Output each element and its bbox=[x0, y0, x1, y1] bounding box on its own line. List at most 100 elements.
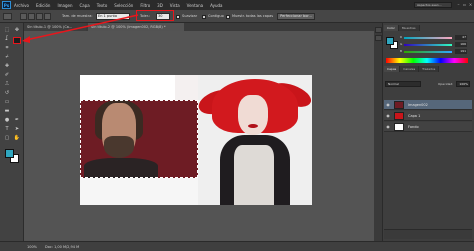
blue-track[interactable] bbox=[404, 51, 452, 53]
menu-archivo[interactable]: Archivo bbox=[14, 3, 29, 8]
selection-marquee bbox=[80, 100, 198, 178]
layer-name: Fondo bbox=[408, 125, 419, 129]
tab-color[interactable]: Color bbox=[384, 25, 399, 31]
tab-paths[interactable]: Trazados bbox=[419, 66, 440, 72]
canvas-area[interactable] bbox=[24, 31, 374, 240]
tools-panel: ⬚ ✥ ʆ ⌗ ⌿ ✚ ✐ ⎍ ↺ ▭ ▬ ● ✒ T ➤ ▢ ✋ bbox=[0, 23, 24, 241]
sample-size-select[interactable]: En 1 punto bbox=[96, 13, 130, 20]
photoshop-logo: Ps bbox=[2, 1, 11, 9]
zoom-level[interactable]: 100% bbox=[27, 245, 37, 249]
tab-document-1[interactable]: Sin título-1 @ 100% (Ca... bbox=[24, 23, 86, 31]
layer-name: Imagen002 bbox=[408, 103, 428, 107]
antialias-checkbox[interactable] bbox=[176, 15, 180, 19]
status-bar: 100% Doc: 1,00 M/2,94 M bbox=[0, 241, 474, 251]
visibility-eye-icon[interactable]: ◉ bbox=[385, 124, 391, 130]
menu-imagen[interactable]: Imagen bbox=[57, 3, 72, 8]
healing-brush-tool-icon[interactable]: ✚ bbox=[3, 63, 11, 70]
canvas-lower-background bbox=[80, 178, 198, 205]
brush-tool-icon[interactable]: ✐ bbox=[3, 72, 11, 79]
red-value[interactable]: 47 bbox=[455, 35, 467, 40]
woman-face bbox=[238, 95, 268, 135]
menu-3d[interactable]: 3D bbox=[157, 3, 163, 8]
blend-mode-select[interactable]: Normal bbox=[385, 81, 421, 87]
crop-tool-icon[interactable]: ⌗ bbox=[3, 45, 11, 52]
document-size: Doc: 1,00 M/2,94 M bbox=[45, 244, 80, 249]
menu-seleccion[interactable]: Selección bbox=[114, 3, 133, 8]
menu-ventana[interactable]: Ventana bbox=[187, 3, 203, 8]
layer-controls: Normal Opacidad: 100% bbox=[384, 80, 472, 98]
red-track[interactable] bbox=[404, 37, 452, 39]
layer-name: Capa 1 bbox=[408, 114, 421, 118]
subtract-selection-icon[interactable] bbox=[36, 13, 43, 20]
tab-channels[interactable]: Canales bbox=[400, 66, 420, 72]
document-tab-bar: Sin título-1 @ 100% (Ca... Sin título-2 … bbox=[24, 23, 374, 31]
history-brush-tool-icon[interactable]: ↺ bbox=[3, 90, 11, 97]
document-canvas[interactable] bbox=[80, 75, 312, 205]
eraser-tool-icon[interactable]: ▭ bbox=[3, 99, 11, 106]
tab-swatches[interactable]: Muestras bbox=[398, 25, 420, 31]
hand-tool-icon[interactable]: ✋ bbox=[13, 135, 21, 142]
workspace-select[interactable]: Aspectos esen... bbox=[414, 2, 452, 8]
panel-foreground-swatch[interactable] bbox=[386, 37, 394, 45]
menu-texto[interactable]: Texto bbox=[97, 3, 108, 8]
magic-wand-tool-icon[interactable] bbox=[13, 37, 21, 44]
layers-footer-toolbar bbox=[384, 229, 472, 239]
menu-filtro[interactable]: Filtro bbox=[140, 3, 150, 8]
visibility-eye-icon[interactable]: ◉ bbox=[385, 113, 391, 119]
properties-panel-icon[interactable] bbox=[375, 35, 382, 41]
new-selection-icon[interactable] bbox=[20, 13, 27, 20]
gradient-tool-icon[interactable]: ▬ bbox=[3, 108, 11, 115]
type-tool-icon[interactable]: T bbox=[3, 126, 11, 133]
shape-tool-icon[interactable]: ▢ bbox=[3, 135, 11, 142]
move-tool-icon[interactable]: ✥ bbox=[13, 27, 21, 34]
sample-size-label: Tam. de muestra: bbox=[62, 14, 93, 18]
green-label: G bbox=[400, 42, 403, 46]
tab-layers[interactable]: Capas bbox=[384, 66, 401, 72]
marquee-tool-icon[interactable]: ⬚ bbox=[3, 27, 11, 34]
antialias-label: Suavizar bbox=[182, 14, 198, 18]
add-selection-icon[interactable] bbox=[28, 13, 35, 20]
green-value[interactable]: 166 bbox=[455, 42, 467, 47]
blue-value[interactable]: 191 bbox=[455, 49, 467, 54]
close-icon[interactable]: × bbox=[468, 2, 473, 7]
minimize-icon[interactable]: – bbox=[456, 2, 461, 7]
refine-edge-button[interactable]: Perfeccionar bor... bbox=[277, 13, 315, 20]
green-slider[interactable]: G 166 bbox=[400, 42, 468, 47]
sample-all-layers-checkbox[interactable] bbox=[226, 15, 230, 19]
path-selection-tool-icon[interactable]: ➤ bbox=[13, 126, 21, 133]
color-spectrum-bar[interactable] bbox=[386, 58, 468, 63]
dodge-tool-icon[interactable]: ● bbox=[3, 117, 11, 124]
clone-stamp-tool-icon[interactable]: ⎍ bbox=[3, 81, 11, 88]
menu-vista[interactable]: Vista bbox=[170, 3, 180, 8]
woman-jacket bbox=[234, 145, 274, 205]
visibility-eye-icon[interactable]: ◉ bbox=[385, 102, 391, 108]
contiguous-checkbox[interactable] bbox=[202, 15, 206, 19]
canvas-top-background bbox=[80, 75, 175, 100]
layers-panel-tabs: Capas Canales Trazados bbox=[384, 66, 440, 72]
blue-slider[interactable]: B 191 bbox=[400, 49, 468, 54]
opacity-label: Opacidad: bbox=[438, 82, 454, 86]
menu-ayuda[interactable]: Ayuda bbox=[210, 3, 222, 8]
woman-lips bbox=[248, 124, 258, 128]
menu-bar: Ps Archivo Edición Imagen Capa Texto Sel… bbox=[0, 0, 474, 10]
red-slider[interactable]: R 47 bbox=[400, 35, 468, 40]
opacity-input[interactable]: 100% bbox=[456, 81, 470, 87]
tab-document-2[interactable]: Sin título-2 @ 100% (Imagen002, RGB/8) * bbox=[88, 23, 184, 31]
right-panels bbox=[374, 23, 474, 241]
contiguous-label: Contiguo bbox=[208, 14, 224, 18]
green-track[interactable] bbox=[404, 44, 452, 46]
foreground-color-swatch[interactable] bbox=[5, 149, 14, 158]
history-panel-icon[interactable] bbox=[375, 27, 382, 33]
menu-capa[interactable]: Capa bbox=[80, 3, 90, 8]
lasso-tool-icon[interactable]: ʆ bbox=[3, 35, 11, 42]
magic-wand-preset-icon[interactable] bbox=[3, 13, 12, 20]
intersect-selection-icon[interactable] bbox=[44, 13, 51, 20]
pen-tool-icon[interactable]: ✒ bbox=[13, 117, 21, 124]
layer-row-capa-1[interactable]: ◉ Capa 1 bbox=[384, 111, 472, 121]
maximize-icon[interactable]: ▫ bbox=[462, 2, 467, 7]
layer-row-fondo[interactable]: ◉ Fondo bbox=[384, 122, 472, 132]
layer-row-imagen002[interactable]: ◉ Imagen002 bbox=[384, 100, 472, 110]
layer-thumbnail bbox=[394, 101, 404, 109]
menu-edicion[interactable]: Edición bbox=[36, 3, 50, 8]
eyedropper-tool-icon[interactable]: ⌿ bbox=[3, 54, 11, 61]
